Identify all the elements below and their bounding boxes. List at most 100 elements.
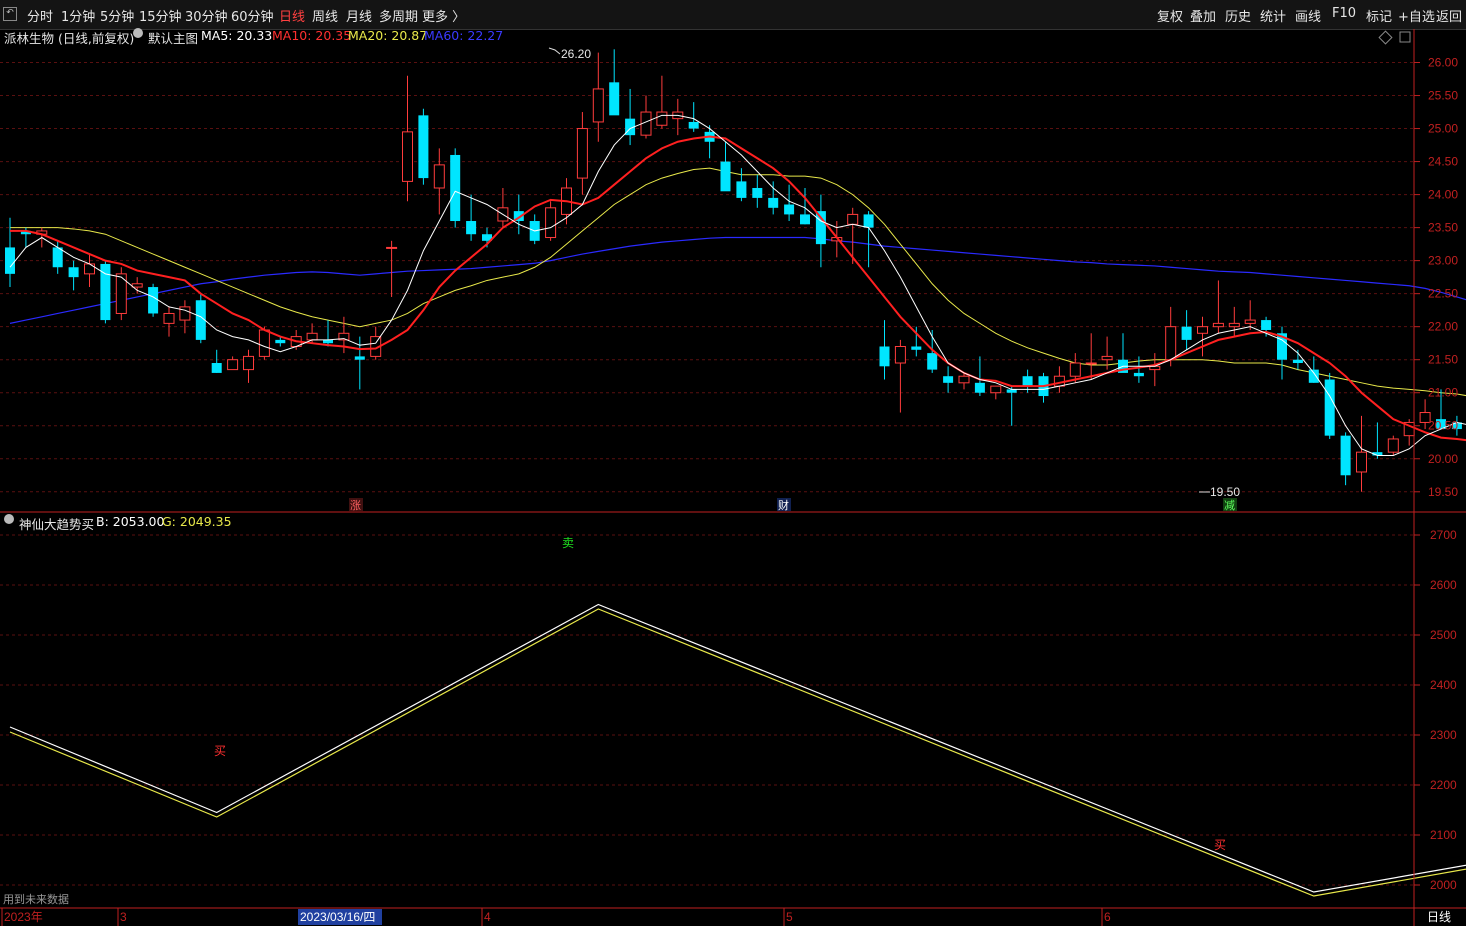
ind-axis-label-0: 2000 <box>1430 878 1457 892</box>
candle-body-0 <box>5 247 15 274</box>
main-axis-label-5: 22.00 <box>1428 320 1458 334</box>
candle-body-76 <box>1212 322 1224 328</box>
candle-body-38 <box>609 82 620 116</box>
main-axis-label-3: 21.00 <box>1428 386 1458 400</box>
candle-25 <box>402 75 413 202</box>
candle-41 <box>656 75 668 129</box>
candle-body-71 <box>1133 372 1144 377</box>
candle-39 <box>625 88 636 146</box>
candle-body-69 <box>1101 355 1113 361</box>
candle-5 <box>84 254 95 288</box>
candle-6 <box>100 260 111 324</box>
annotations: 26.2019.50涨财减卖买买用到未来数据 <box>3 47 1240 906</box>
main-axis-label-9: 24.00 <box>1428 188 1458 202</box>
time-axis-label-4: 6 <box>1104 910 1111 924</box>
candle-77 <box>1228 306 1240 337</box>
candle-body-6 <box>100 263 111 321</box>
ind-axis-label-1: 2100 <box>1430 828 1457 842</box>
candle-47 <box>752 174 763 208</box>
candle-body-41 <box>656 111 668 126</box>
candle-54 <box>863 211 874 268</box>
candle-body-54 <box>863 214 874 228</box>
ind-line-G <box>9 608 1466 897</box>
candle-38 <box>609 49 620 116</box>
candle-body-29 <box>466 221 477 235</box>
candle-body-8 <box>131 283 143 288</box>
candle-body-57 <box>911 346 922 350</box>
candle-8 <box>131 277 143 294</box>
candle-body-75 <box>1197 326 1208 334</box>
candle-88 <box>1403 419 1415 446</box>
candle-36 <box>576 112 588 195</box>
ind-axis-label-5: 2500 <box>1430 628 1457 642</box>
candle-body-81 <box>1292 359 1303 364</box>
candle-42 <box>672 98 684 136</box>
candle-body-73 <box>1165 326 1177 361</box>
indicator-lines <box>9 603 1466 897</box>
candle-body-68 <box>1085 362 1097 365</box>
candle-body-85 <box>1356 451 1367 473</box>
candle-29 <box>466 194 477 241</box>
candle-body-64 <box>1022 376 1033 387</box>
main-axis-label-12: 25.50 <box>1428 89 1458 103</box>
candle-body-56 <box>894 345 906 364</box>
candle-12 <box>195 293 206 344</box>
candle-body-45 <box>720 161 731 192</box>
low-label: 19.50 <box>1210 485 1240 499</box>
candle-body-10 <box>163 312 175 324</box>
candle-46 <box>736 168 747 202</box>
candle-13 <box>211 349 222 373</box>
window-icon[interactable] <box>1399 31 1411 43</box>
future-data-note: 用到未来数据 <box>3 892 69 906</box>
candle-66 <box>1053 366 1065 393</box>
diamond-icon[interactable] <box>1378 30 1393 45</box>
candle-body-26 <box>418 115 429 179</box>
candle-body-55 <box>879 346 890 367</box>
candle-body-53 <box>847 213 859 225</box>
candle-body-16 <box>258 329 270 357</box>
candle-body-11 <box>179 306 191 321</box>
chart-canvas[interactable]: 19.50 20.00 20.50 21.00 21.50 22.00 22.50 23.00… <box>0 0 1466 926</box>
ind-axis-label-3: 2300 <box>1430 728 1457 742</box>
main-axis-label-10: 24.50 <box>1428 155 1458 169</box>
ind-line-B <box>9 603 1466 893</box>
indicator-axis: 2000 2100 2200 2300 2400 2500 2600 2700 <box>1414 528 1457 892</box>
ind-axis-label-6: 2600 <box>1430 578 1457 592</box>
candle-28 <box>450 148 461 228</box>
candle-9 <box>148 283 159 317</box>
candle-75 <box>1197 316 1208 357</box>
candle-57 <box>911 326 922 357</box>
marker-zhang: 涨 <box>350 499 361 512</box>
candle-44 <box>704 125 715 159</box>
candle-65 <box>1038 372 1049 403</box>
candle-11 <box>179 300 191 334</box>
candle-body-84 <box>1340 435 1351 476</box>
candle-53 <box>847 207 859 264</box>
candle-body-50 <box>800 214 810 225</box>
candle-body-78 <box>1244 319 1256 324</box>
sell-signal: 卖 <box>562 536 574 550</box>
time-axis-label-2: 4 <box>484 910 491 924</box>
ind-axis-label-7: 2700 <box>1430 528 1457 542</box>
candle-76 <box>1212 280 1224 334</box>
main-axis-label-8: 23.50 <box>1428 221 1458 235</box>
high-pointer <box>548 47 561 55</box>
candle-body-67 <box>1069 362 1081 377</box>
ind-axis-label-4: 2400 <box>1430 678 1457 692</box>
candle-body-58 <box>927 353 938 370</box>
candle-body-59 <box>943 376 954 383</box>
time-axis-label-3: 5 <box>786 910 793 924</box>
candle-84 <box>1340 432 1351 486</box>
candle-body-37 <box>592 88 604 123</box>
candle-48 <box>768 181 779 215</box>
candle-body-36 <box>576 128 588 179</box>
candle-body-83 <box>1324 379 1335 436</box>
candle-72 <box>1149 353 1161 387</box>
candle-body-13 <box>211 363 222 373</box>
buy-signal-2: 买 <box>1214 838 1226 852</box>
main-price-axis: 19.50 20.00 20.50 21.00 21.50 22.00 22.50 23.00… <box>1414 56 1458 499</box>
candle-7 <box>115 267 127 321</box>
candle-10 <box>163 306 175 337</box>
candle-body-34 <box>545 207 557 239</box>
period-label: 日线 <box>1427 910 1451 924</box>
